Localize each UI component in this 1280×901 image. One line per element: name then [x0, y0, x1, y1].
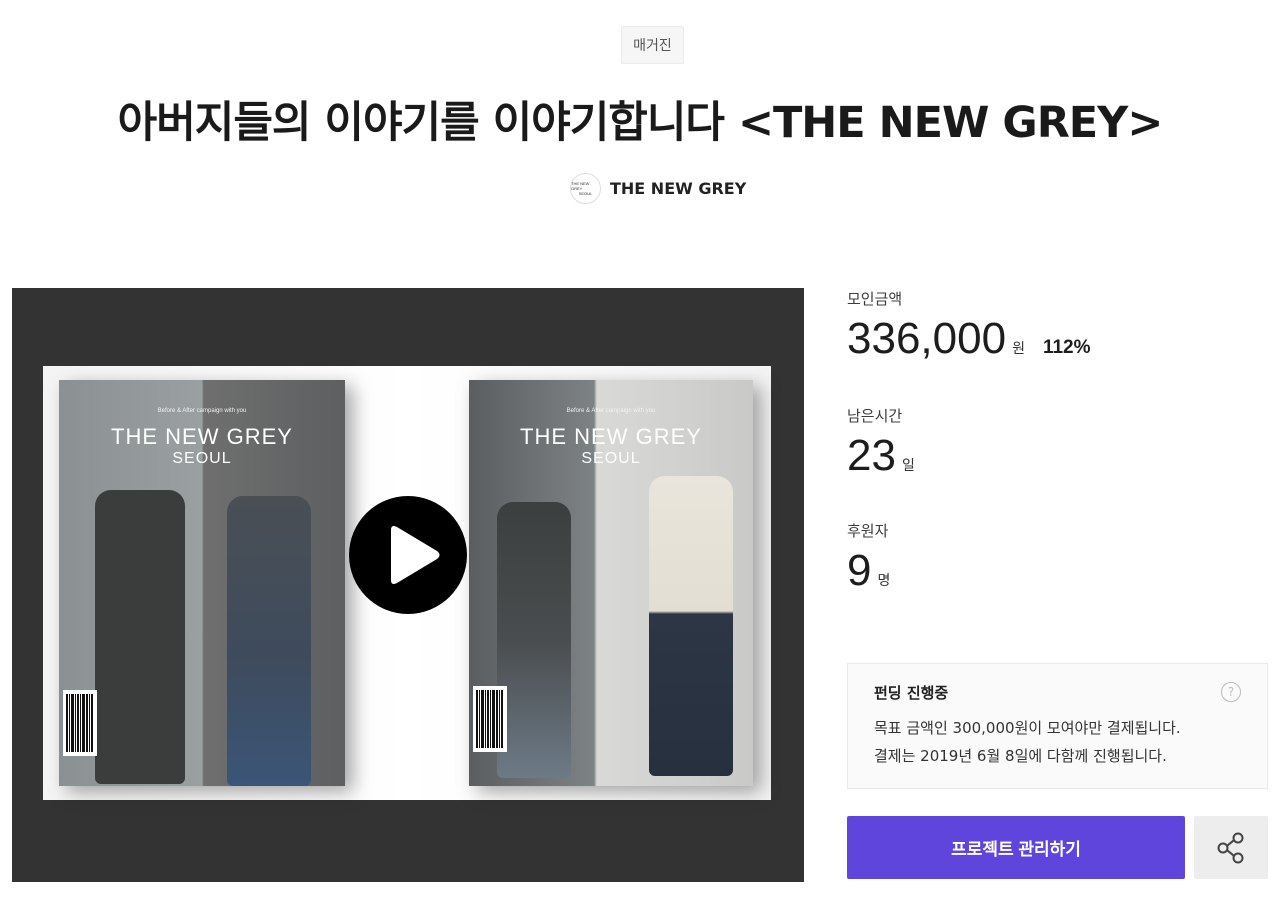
notice-text: 목표 금액인 300,000원이 모여야만 결제됩니다. 결제는 2019년 6… — [874, 714, 1241, 770]
backers-block: 후원자 9 명 — [847, 520, 890, 593]
funding-notice: 펀딩 진행중 목표 금액인 300,000원이 모여야만 결제됩니다. 결제는 … — [847, 663, 1268, 789]
creator-link[interactable]: THE NEW GREY SEOUL THE NEW GREY — [570, 172, 746, 204]
cover-subtitle: SEOUL — [581, 450, 641, 467]
person-figure — [95, 490, 185, 784]
notice-line-goal: 목표 금액인 300,000원이 모여야만 결제됩니다. — [874, 719, 1181, 737]
creator-avatar: THE NEW GREY SEOUL — [570, 172, 601, 204]
help-icon[interactable]: ? — [1221, 682, 1241, 702]
share-icon — [1217, 832, 1244, 863]
share-button[interactable] — [1194, 816, 1268, 879]
magazine-cover-left: Before & After campaign with you THE NEW… — [59, 380, 345, 786]
cover-tagline: Before & After campaign with you — [157, 408, 247, 414]
creator-name[interactable]: THE NEW GREY — [610, 179, 746, 198]
cover-tagline: Before & After campaign with you — [566, 408, 656, 414]
barcode — [473, 686, 507, 752]
remaining-label: 남은시간 — [847, 407, 903, 425]
video-thumbnail: Before & After campaign with you THE NEW… — [43, 366, 771, 800]
raised-amount-block: 모인금액 336,000 원 112% — [847, 288, 1091, 361]
barcode — [63, 690, 97, 756]
person-figure — [497, 502, 571, 778]
person-figure — [649, 476, 733, 776]
avatar-text-bottom: SEOUL — [578, 190, 593, 196]
remaining-time-block: 남은시간 23 일 — [847, 405, 915, 478]
raised-value: 336,000 — [847, 314, 1007, 363]
remaining-value: 23 — [847, 431, 896, 480]
avatar-text-top: THE NEW GREY — [571, 180, 590, 191]
magazine-cover-right: Before & After campaign with you THE NEW… — [469, 380, 753, 786]
backers-label: 후원자 — [847, 522, 889, 540]
manage-project-button[interactable]: 프로젝트 관리하기 — [847, 816, 1185, 879]
raised-label: 모인금액 — [847, 290, 903, 308]
remaining-unit: 일 — [901, 458, 915, 474]
raised-percent: 112% — [1042, 337, 1091, 358]
play-icon — [391, 526, 440, 584]
cover-title: THE NEW GREY — [520, 424, 702, 449]
category-tag[interactable]: 매거진 — [621, 26, 684, 64]
backers-unit: 명 — [877, 573, 891, 589]
play-button[interactable] — [349, 496, 467, 614]
project-title: 아버지들의 이야기를 이야기합니다 <THE NEW GREY> — [117, 98, 1164, 148]
person-figure — [227, 496, 311, 786]
backers-value: 9 — [847, 546, 872, 595]
cover-title: THE NEW GREY — [111, 424, 293, 449]
raised-unit: 원 — [1012, 341, 1025, 357]
project-video[interactable]: Before & After campaign with you THE NEW… — [12, 288, 804, 882]
notice-line-payment: 결제는 2019년 6월 8일에 다함께 진행됩니다. — [874, 747, 1167, 765]
notice-title: 펀딩 진행중 — [874, 684, 949, 702]
cover-subtitle: SEOUL — [172, 450, 232, 467]
